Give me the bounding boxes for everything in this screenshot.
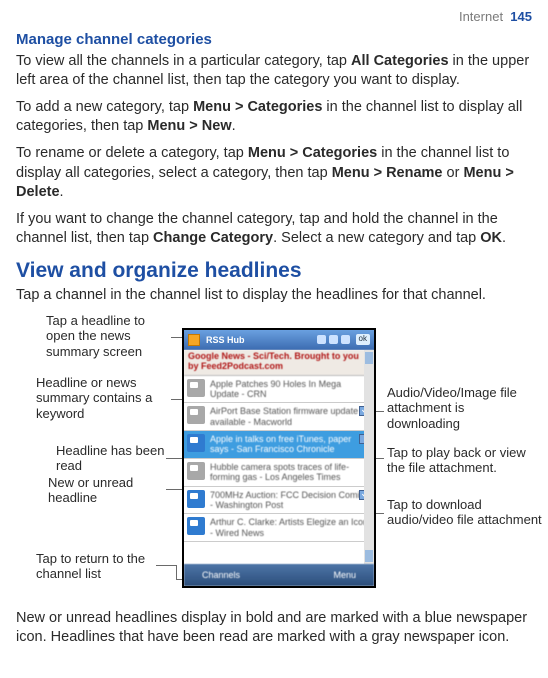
callout-downloading: Audio/Video/Image file attachment is dow… <box>387 385 532 432</box>
headline-row[interactable]: Arthur C. Clarke: Artists Elegize an Ico… <box>184 514 374 542</box>
newspaper-icon <box>187 406 205 424</box>
label-menu-rename: Menu > Rename <box>332 165 443 181</box>
callout-read: Headline has been read <box>56 443 166 474</box>
softkey-menu[interactable]: Menu <box>333 569 356 581</box>
para-view-categories: To view all the channels in a particular… <box>16 52 532 91</box>
headline-row[interactable]: 700MHz Auction: FCC Decision Coming - Wa… <box>184 487 374 515</box>
label-all-categories: All Categories <box>351 53 449 69</box>
newspaper-icon <box>187 462 205 480</box>
label-change-category: Change Category <box>153 230 273 246</box>
para-add-category: To add a new category, tap Menu > Catego… <box>16 98 532 137</box>
label-ok: OK <box>480 230 502 246</box>
headline-row-selected[interactable]: Apple in talks on free iTunes, paper say… <box>184 431 374 459</box>
label-menu-categories: Menu > Categories <box>193 99 322 115</box>
newspaper-icon <box>187 379 205 397</box>
device-softkey-bar: Channels Menu <box>184 564 374 586</box>
ok-button[interactable]: ok <box>356 334 370 345</box>
annotated-screenshot-diagram: Tap a headline to open the news summary … <box>16 313 532 603</box>
callout-playback: Tap to play back or view the file attach… <box>387 445 547 476</box>
device-screenshot: RSS Hub ok Google News - Sci/Tech. Broug… <box>182 328 376 588</box>
headline-row[interactable]: AirPort Base Station firmware update ava… <box>184 403 374 431</box>
newspaper-icon <box>187 490 205 508</box>
header-page-number: 145 <box>510 9 532 24</box>
newspaper-icon <box>187 517 205 535</box>
heading-manage-channel-categories: Manage channel categories <box>16 30 532 50</box>
headline-row[interactable]: Hubble camera spots traces of life-formi… <box>184 459 374 487</box>
callout-keyword: Headline or news summary contains a keyw… <box>36 375 171 422</box>
page-header: Internet 145 <box>16 8 532 26</box>
status-icons <box>317 335 350 344</box>
leader-line <box>176 565 177 579</box>
header-section: Internet <box>459 9 503 24</box>
app-title: RSS Hub <box>206 334 311 346</box>
callout-tap-headline: Tap a headline to open the news summary … <box>46 313 171 360</box>
app-icon <box>188 334 200 346</box>
callout-download: Tap to download audio/video file attachm… <box>387 497 547 528</box>
callout-return: Tap to return to the channel list <box>36 551 156 582</box>
leader-line <box>156 565 176 566</box>
device-topbar: RSS Hub ok <box>184 330 374 350</box>
feed-title: Google News - Sci/Tech. Brought to you b… <box>184 350 374 376</box>
headline-row[interactable]: Apple Patches 90 Holes In Mega Update - … <box>184 376 374 404</box>
heading-view-organize-headlines: View and organize headlines <box>16 257 532 285</box>
para-rename-delete: To rename or delete a category, tap Menu… <box>16 144 532 203</box>
scrollbar[interactable] <box>364 350 374 564</box>
callout-unread: New or unread headline <box>48 475 168 506</box>
newspaper-icon <box>187 434 205 452</box>
para-headlines-legend: New or unread headlines display in bold … <box>16 609 532 648</box>
para-view-headlines-intro: Tap a channel in the channel list to dis… <box>16 286 532 306</box>
softkey-channels[interactable]: Channels <box>202 569 240 581</box>
para-change-category: If you want to change the channel catego… <box>16 210 532 249</box>
label-menu-new: Menu > New <box>147 118 231 134</box>
